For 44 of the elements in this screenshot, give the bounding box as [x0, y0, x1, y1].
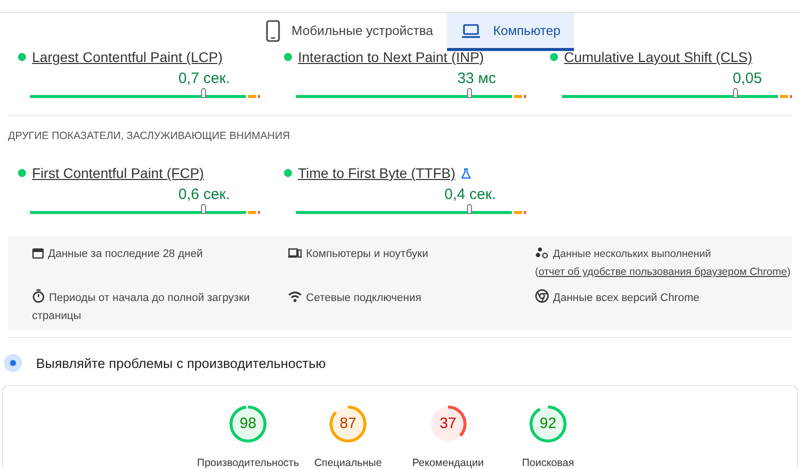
wifi-icon	[288, 291, 302, 303]
score-gauge[interactable]: 98	[228, 404, 268, 444]
calendar-icon	[32, 247, 44, 259]
score-label: Поисковая	[522, 457, 574, 469]
info-text: Данные нескольких выполнений (отчет об удобстве пользования браузером Chrome)	[535, 248, 790, 278]
metric-value: 33 мс	[457, 70, 496, 87]
info-text: Данные всех версий Chrome	[535, 292, 700, 304]
chrome-icon	[535, 289, 549, 303]
score-gauge[interactable]: 92	[528, 404, 568, 444]
phone-icon	[266, 20, 280, 42]
score-label: Специальные	[314, 457, 382, 469]
status-dot	[284, 53, 292, 61]
laptop-icon	[461, 22, 482, 38]
info-text: Данные за последние 28 дней	[32, 248, 203, 260]
timer-icon	[32, 289, 45, 303]
report-link[interactable]: отчет об удобстве пользования браузером Chrome	[538, 266, 787, 278]
metric-link[interactable]: First Contentful Paint (FCP)	[32, 165, 204, 181]
device-tab[interactable]: Компьютер	[447, 13, 574, 51]
metric-value: 0,05	[732, 70, 762, 87]
metric-link[interactable]: Cumulative Layout Shift (CLS)	[564, 49, 752, 65]
flask-icon	[461, 168, 472, 178]
info-text: Сетевые подключения	[288, 292, 422, 304]
device-tab[interactable]: Мобильные устройства	[252, 13, 448, 51]
lighthouse-icon	[4, 354, 22, 372]
devices-icon	[288, 247, 302, 259]
status-dot	[18, 169, 26, 177]
info-text: Компьютеры и ноутбуки	[288, 248, 428, 260]
section-title: Выявляйте проблемы с производительностью	[36, 356, 326, 370]
dots-icon	[535, 247, 549, 259]
metric-value: 0,4 сек.	[444, 186, 496, 203]
metric-value: 0,7 сек.	[178, 70, 230, 87]
metric-link[interactable]: Time to First Byte (TTFB)	[298, 165, 456, 181]
info-text: Периоды от начала до полной загрузки страницы	[32, 292, 250, 322]
score-label: Рекомендации	[412, 457, 484, 469]
section-heading: ДРУГИЕ ПОКАЗАТЕЛИ, ЗАСЛУЖИВАЮЩИЕ ВНИМАНИЯ	[8, 130, 291, 143]
score-gauge[interactable]: 37	[428, 404, 468, 444]
status-dot	[18, 53, 26, 61]
status-dot	[550, 53, 558, 61]
metric-link[interactable]: Interaction to Next Paint (INP)	[298, 49, 484, 65]
score-gauge[interactable]: 87	[328, 404, 368, 444]
status-dot	[284, 169, 292, 177]
metric-value: 0,6 сек.	[178, 186, 230, 203]
metric-link[interactable]: Largest Contentful Paint (LCP)	[32, 49, 223, 65]
score-label: Производительность	[197, 457, 299, 469]
